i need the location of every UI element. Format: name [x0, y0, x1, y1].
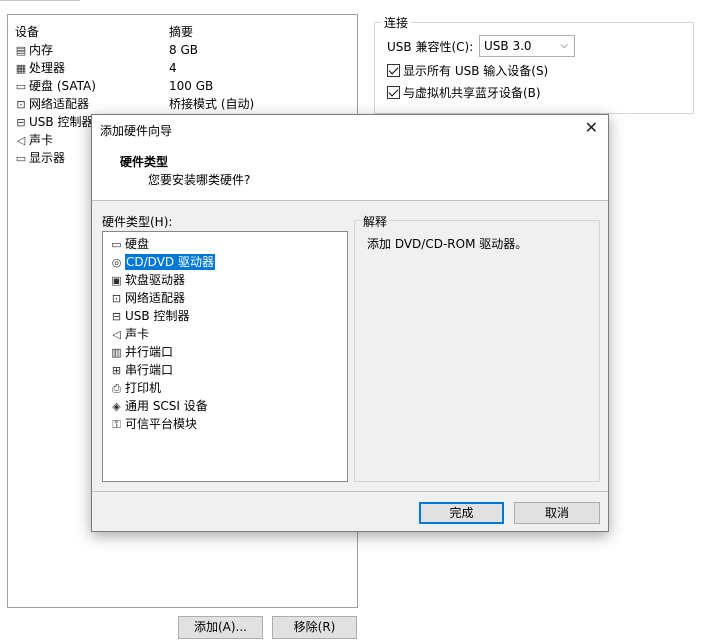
sound-card-icon: ◁	[112, 328, 121, 341]
hardware-type-item[interactable]: ▥ 并行端口	[108, 343, 175, 361]
explanation-group: 解释 添加 DVD/CD-ROM 驱动器。	[354, 213, 600, 482]
dialog-title: 添加硬件向导	[100, 124, 173, 138]
close-icon[interactable]: ✕	[585, 119, 598, 137]
network-adapter-icon: ⊡	[16, 98, 26, 111]
add-hardware-wizard-dialog: 添加硬件向导 ✕ 硬件类型 您要安装哪类硬件? 硬件类型(H): ▭ 硬盘 ◎ CD/…	[91, 114, 609, 532]
checkbox-checked-icon	[387, 64, 400, 77]
hard-disk-icon: ▭	[111, 238, 122, 251]
hardware-type-item[interactable]: ▭ 硬盘	[108, 235, 151, 253]
dialog-title-bar: 添加硬件向导 ✕	[92, 115, 608, 143]
device-name: 内存	[29, 43, 54, 57]
hardware-type-item[interactable]: ◁ 声卡	[108, 325, 151, 343]
hardware-type-list[interactable]: ▭ 硬盘 ◎ CD/DVD 驱动器 ▣ 软盘驱动器 ⊡ 网络适配器 ⊟ USB 控制器 ◁ 声卡 ▥ 并行…	[102, 231, 348, 482]
usb-controller-icon: ⊟	[16, 116, 26, 129]
hardware-type-label: 软盘驱动器	[125, 273, 186, 287]
explanation-text: 添加 DVD/CD-ROM 驱动器。	[367, 237, 528, 251]
device-name: 声卡	[29, 133, 54, 147]
show-all-usb-label: 显示所有 USB 输入设备(S)	[403, 64, 549, 78]
add-hardware-button[interactable]: 添加(A)...	[178, 616, 263, 639]
printer-icon: ⎙	[112, 382, 121, 395]
parallel-port-icon: ▥	[111, 346, 122, 359]
hardware-type-label: 并行端口	[125, 345, 174, 359]
device-row[interactable]: ⊡ 网络适配器	[13, 95, 89, 113]
hard-disk-icon: ▭	[15, 80, 27, 93]
remove-hardware-button[interactable]: 移除(R)	[272, 616, 357, 639]
dialog-header: 硬件类型 您要安装哪类硬件?	[92, 143, 608, 201]
scsi-device-icon: ◈	[112, 400, 121, 413]
tab-strip-edge	[0, 0, 80, 3]
floppy-icon: ▣	[111, 274, 122, 287]
hardware-type-item[interactable]: ⊡ 网络适配器	[108, 289, 187, 307]
device-summary: 桥接模式 (自动)	[169, 97, 255, 111]
dialog-divider	[92, 491, 608, 492]
checkbox-checked-icon	[387, 86, 400, 99]
hardware-type-label: USB 控制器	[125, 309, 190, 323]
memory-icon: ▤	[15, 44, 27, 57]
tpm-icon: ⚿	[112, 418, 121, 431]
cancel-button[interactable]: 取消	[514, 502, 600, 524]
device-summary: 8 GB	[169, 43, 198, 57]
share-bluetooth-label: 与虚拟机共享蓝牙设备(B)	[403, 86, 541, 100]
usb-controller-icon: ⊟	[111, 310, 122, 323]
dialog-header-title: 硬件类型	[120, 155, 169, 169]
hardware-type-label: 网络适配器	[125, 291, 186, 305]
device-row[interactable]: ▭ 硬盘 (SATA)	[13, 77, 96, 95]
device-row[interactable]: ◁ 声卡	[13, 131, 53, 149]
device-name: 硬盘 (SATA)	[29, 79, 96, 93]
show-all-usb-checkbox[interactable]: 显示所有 USB 输入设备(S)	[387, 63, 548, 79]
hardware-type-label: 串行端口	[125, 363, 174, 377]
share-bluetooth-checkbox[interactable]: 与虚拟机共享蓝牙设备(B)	[387, 85, 541, 101]
device-name: 处理器	[29, 61, 66, 75]
connection-legend: 连接	[381, 14, 412, 31]
serial-port-icon: ⊞	[111, 364, 122, 377]
display-icon: ▭	[15, 152, 27, 165]
processor-icon: ▦	[15, 62, 27, 75]
device-name: USB 控制器	[29, 115, 94, 129]
summary-column-header: 摘要	[169, 25, 194, 39]
hardware-type-item[interactable]: ⊟ USB 控制器	[108, 307, 191, 325]
device-row[interactable]: ▭ 显示器	[13, 149, 65, 167]
usb-compat-select[interactable]: USB 3.0 ⌵	[479, 35, 575, 57]
hardware-type-item[interactable]: ▣ 软盘驱动器	[108, 271, 187, 289]
usb-compat-value: USB 3.0	[484, 39, 532, 53]
hardware-type-label: 硬盘	[125, 237, 150, 251]
hardware-type-label: 可信平台模块	[125, 417, 198, 431]
finish-button[interactable]: 完成	[419, 502, 504, 524]
hardware-type-item[interactable]: ⚿ 可信平台模块	[108, 415, 199, 433]
device-row[interactable]: ⊟ USB 控制器	[13, 113, 93, 131]
hardware-type-item[interactable]: ⊞ 串行端口	[108, 361, 175, 379]
connection-group: 连接 USB 兼容性(C): USB 3.0 ⌵ 显示所有 USB 输入设备(S…	[374, 14, 694, 114]
device-summary: 4	[169, 61, 177, 75]
hardware-type-label: 硬件类型(H):	[102, 215, 173, 229]
hardware-type-label: 通用 SCSI 设备	[125, 399, 208, 413]
device-name: 显示器	[29, 151, 66, 165]
device-row[interactable]: ▤ 内存	[13, 41, 53, 59]
hardware-type-item[interactable]: ◈ 通用 SCSI 设备	[108, 397, 210, 415]
hardware-type-item[interactable]: ⎙ 打印机	[108, 379, 163, 397]
hardware-type-label: CD/DVD 驱动器	[125, 254, 215, 270]
usb-compat-label: USB 兼容性(C):	[387, 40, 474, 54]
device-row[interactable]: ▦ 处理器	[13, 59, 65, 77]
hardware-type-label: 声卡	[125, 327, 150, 341]
hardware-type-item[interactable]: ◎ CD/DVD 驱动器	[108, 253, 217, 271]
cd-dvd-icon: ◎	[111, 256, 122, 269]
hardware-type-label: 打印机	[125, 381, 162, 395]
chevron-down-icon: ⌵	[560, 40, 568, 51]
sound-card-icon: ◁	[16, 134, 26, 147]
network-adapter-icon: ⊡	[111, 292, 122, 305]
device-column-header: 设备	[15, 25, 40, 39]
dialog-header-subtitle: 您要安装哪类硬件?	[148, 173, 251, 187]
device-summary: 100 GB	[169, 79, 214, 93]
explanation-legend: 解释	[361, 213, 390, 230]
device-name: 网络适配器	[29, 97, 90, 111]
